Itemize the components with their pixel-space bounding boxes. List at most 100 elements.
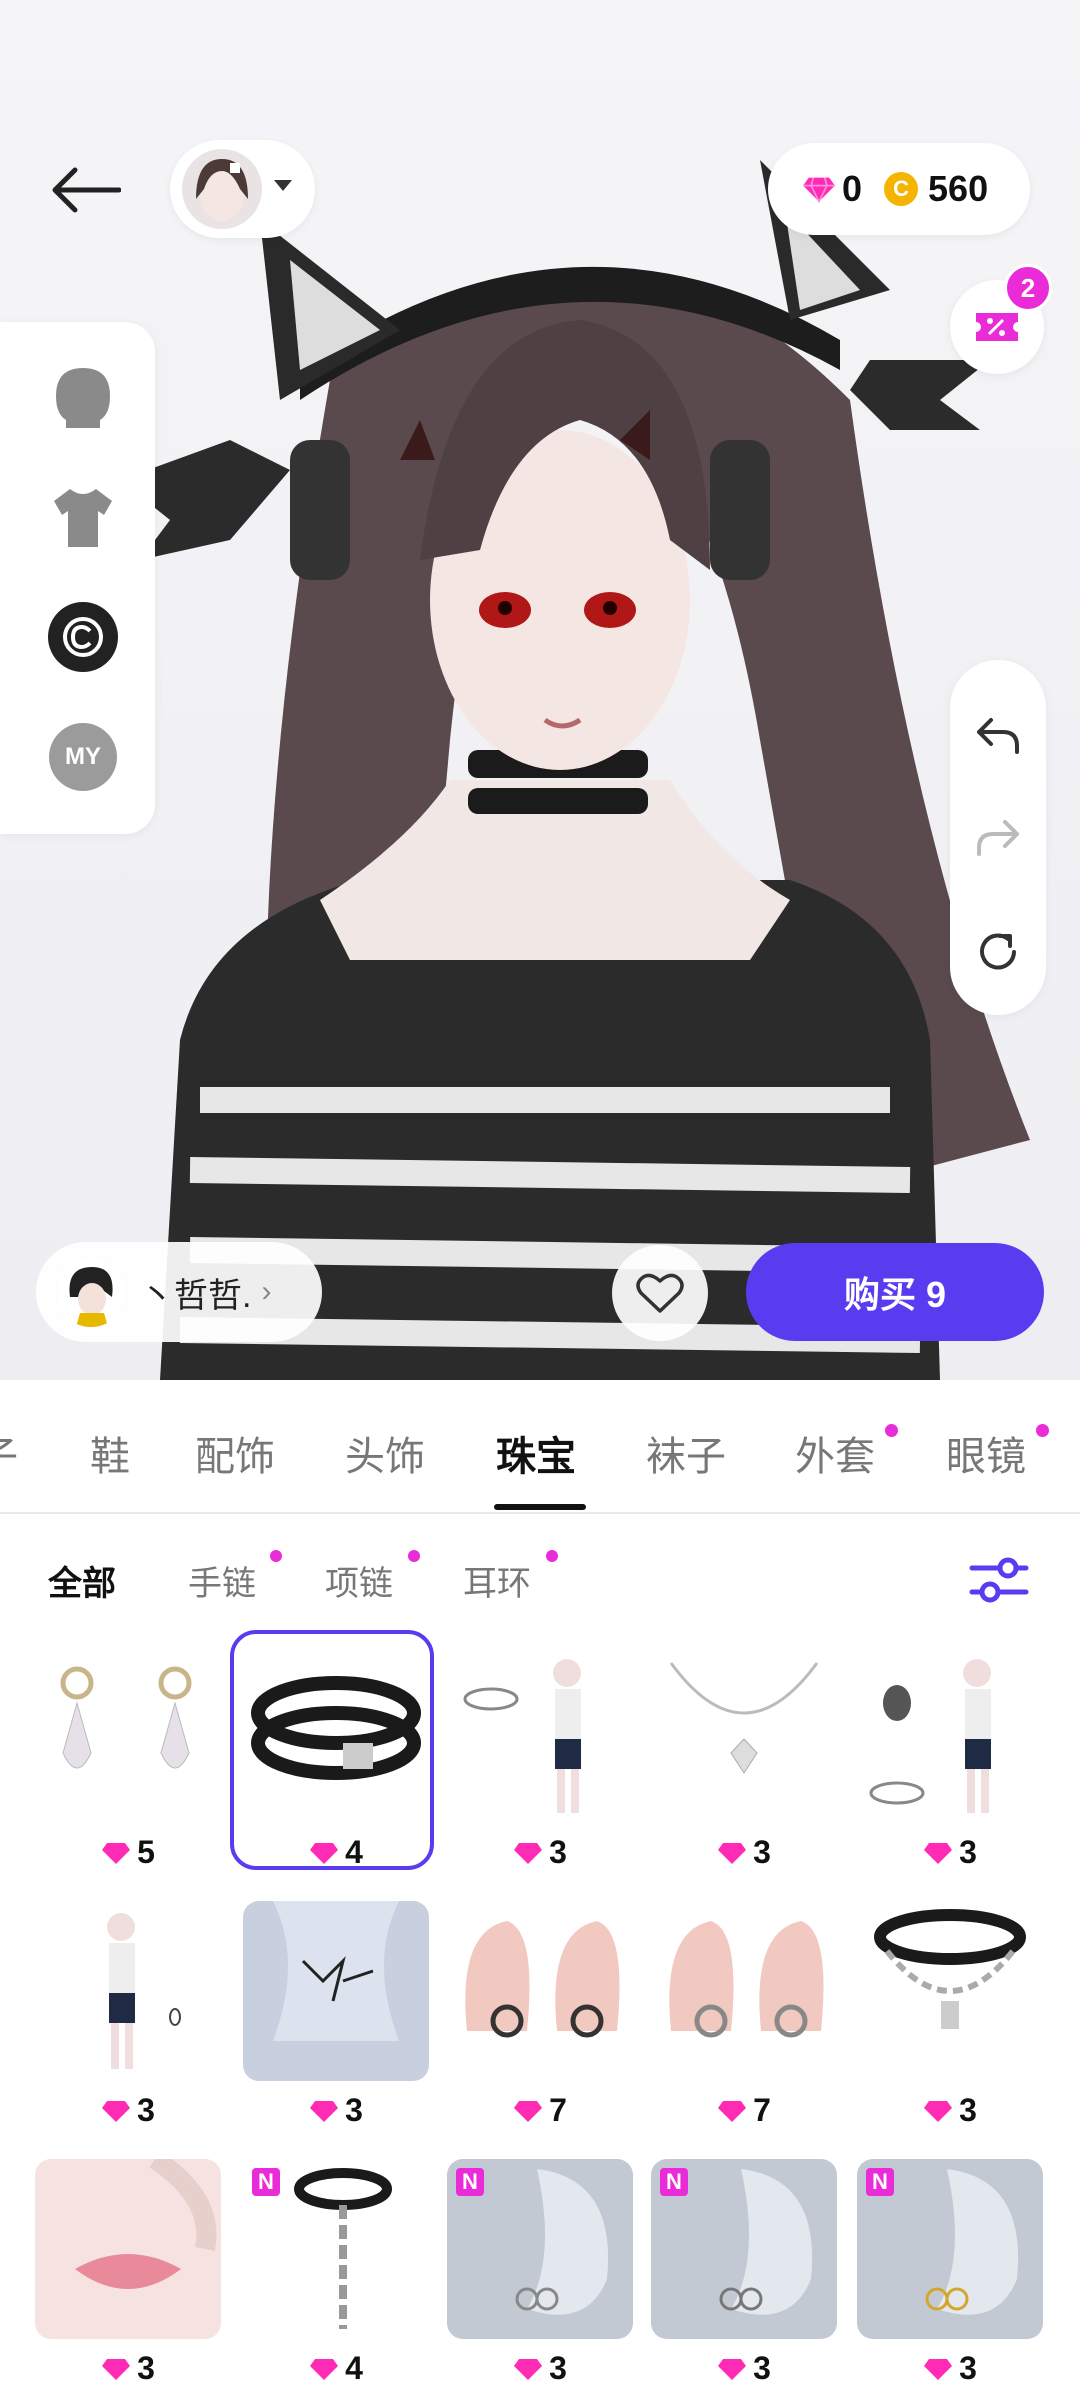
subtab-bracelet[interactable]: 手链 [188, 1556, 256, 1605]
figure-icon [35, 1901, 221, 2081]
diamond-icon [514, 2358, 543, 2380]
my-category-button[interactable]: MY [46, 720, 120, 794]
head-icon [56, 368, 110, 428]
item-price: 3 [959, 2350, 977, 2386]
tab-outerwear[interactable]: 外套 [795, 1424, 875, 1482]
diamond-icon [102, 2100, 131, 2122]
diamond-icon [718, 2100, 747, 2122]
item-card[interactable]: N 3 [852, 2154, 1048, 2394]
tab-headwear[interactable]: 头饰 [345, 1424, 425, 1482]
tab-glasses[interactable]: 眼镜 [946, 1424, 1026, 1482]
side-rail: MY [0, 322, 155, 834]
item-card[interactable]: 3 [238, 1896, 434, 2136]
like-button[interactable] [612, 1245, 708, 1341]
item-card[interactable]: 3 [442, 1638, 638, 1878]
item-price: 3 [345, 2092, 363, 2128]
filter-icon[interactable] [968, 1552, 1030, 1608]
item-price: 3 [137, 2092, 155, 2128]
item-panel: 子 鞋 配饰 头饰 珠宝 袜子 外套 眼镜 全部 手链 项链 耳环 5 4 [0, 1380, 1080, 2400]
item-card-selected[interactable]: 4 [230, 1630, 434, 1878]
item-price: 7 [753, 2092, 771, 2128]
tab-socks[interactable]: 袜子 [646, 1424, 726, 1482]
avatar-illustration [150, 160, 1030, 1380]
necklace-icon [651, 1643, 837, 1823]
diamond-icon [102, 2358, 131, 2380]
undo-icon [977, 718, 1019, 754]
item-card[interactable]: 5 [30, 1638, 226, 1878]
new-dot [1036, 1424, 1049, 1437]
face-category-button[interactable] [46, 360, 120, 434]
chevron-down-icon [274, 180, 292, 191]
creator-avatar [56, 1257, 126, 1327]
new-badge: N [252, 2168, 280, 2196]
reset-button[interactable] [968, 922, 1028, 982]
item-card[interactable]: 3 [852, 1896, 1048, 2136]
new-badge: N [660, 2168, 688, 2196]
undo-button[interactable] [968, 706, 1028, 766]
creator-link[interactable]: 丶哲哲. › [36, 1242, 322, 1342]
subcategory-tabs: 全部 手链 项链 耳环 [0, 1512, 1080, 1632]
new-badge: N [456, 2168, 484, 2196]
item-card[interactable]: 3 [852, 1638, 1048, 1878]
redo-icon [977, 820, 1019, 856]
tab-jewelry[interactable]: 珠宝 [496, 1424, 576, 1482]
buy-button[interactable]: 购买 9 [746, 1243, 1044, 1341]
diamond-icon [924, 2358, 953, 2380]
diamond-icon [803, 177, 835, 203]
diamond-icon [310, 2358, 339, 2380]
lip-piercing-icon [35, 2159, 221, 2339]
copyright-icon [48, 602, 118, 672]
clothing-category-button[interactable] [46, 480, 120, 554]
coin-count: 560 [928, 168, 989, 209]
item-price: 4 [345, 2350, 363, 2386]
tab-accessories[interactable]: 配饰 [195, 1424, 275, 1482]
coin-icon: C [884, 172, 919, 206]
subtab-all[interactable]: 全部 [48, 1556, 116, 1605]
active-tab-indicator [494, 1504, 586, 1510]
diamond-icon [310, 1842, 339, 1864]
currency-display[interactable]: 0 C 560 [768, 143, 1030, 235]
diamond-icon [310, 2100, 339, 2122]
back-button[interactable] [40, 150, 130, 230]
new-badge: N [866, 2168, 894, 2196]
refresh-icon [980, 933, 1016, 970]
category-tabs: 子 鞋 配饰 头饰 珠宝 袜子 外套 眼镜 [0, 1380, 1080, 1514]
diamond-icon [924, 2100, 953, 2122]
item-card[interactable]: 7 [646, 1896, 842, 2136]
item-card[interactable]: 3 [30, 1896, 226, 2136]
item-price: 3 [753, 1834, 771, 1870]
new-dot [546, 1550, 558, 1562]
item-price: 5 [137, 1834, 155, 1870]
item-price: 3 [549, 1834, 567, 1870]
earring-icon [35, 1643, 221, 1823]
item-card[interactable]: 3 [30, 2154, 226, 2394]
item-card[interactable]: N 4 [238, 2154, 434, 2394]
avatar-stage[interactable]: 0 C 560 2 MY 丶哲哲. › 购买 9 [0, 0, 1080, 1380]
item-card[interactable]: 3 [646, 1638, 842, 1878]
neck-tattoo-icon [243, 1901, 429, 2081]
copyright-category-button[interactable] [46, 600, 120, 674]
chain-choker-icon [857, 1901, 1043, 2081]
ear-piercing-icon [651, 1901, 837, 2081]
shirt-icon [54, 489, 112, 547]
avatar-thumbnail [182, 149, 262, 229]
new-dot [885, 1424, 898, 1437]
item-price: 3 [549, 2350, 567, 2386]
diamond-icon [924, 1842, 953, 1864]
item-card[interactable]: N 3 [646, 2154, 842, 2394]
avatar-switcher[interactable] [170, 140, 315, 238]
diamond-icon [102, 1842, 131, 1864]
item-card[interactable]: N 3 [442, 2154, 638, 2394]
diamond-icon [514, 1842, 543, 1864]
item-card[interactable]: 7 [442, 1896, 638, 2136]
new-dot [408, 1550, 420, 1562]
tab-shoes[interactable]: 鞋 [90, 1424, 130, 1482]
new-dot [270, 1550, 282, 1562]
redo-button[interactable] [968, 808, 1028, 868]
item-price: 3 [959, 2092, 977, 2128]
subtab-necklace[interactable]: 项链 [325, 1556, 393, 1605]
subtab-earring[interactable]: 耳环 [463, 1556, 531, 1605]
tab-category[interactable]: 子 [0, 1424, 18, 1482]
ear-piercing-icon [447, 1901, 633, 2081]
item-price: 3 [753, 2350, 771, 2386]
